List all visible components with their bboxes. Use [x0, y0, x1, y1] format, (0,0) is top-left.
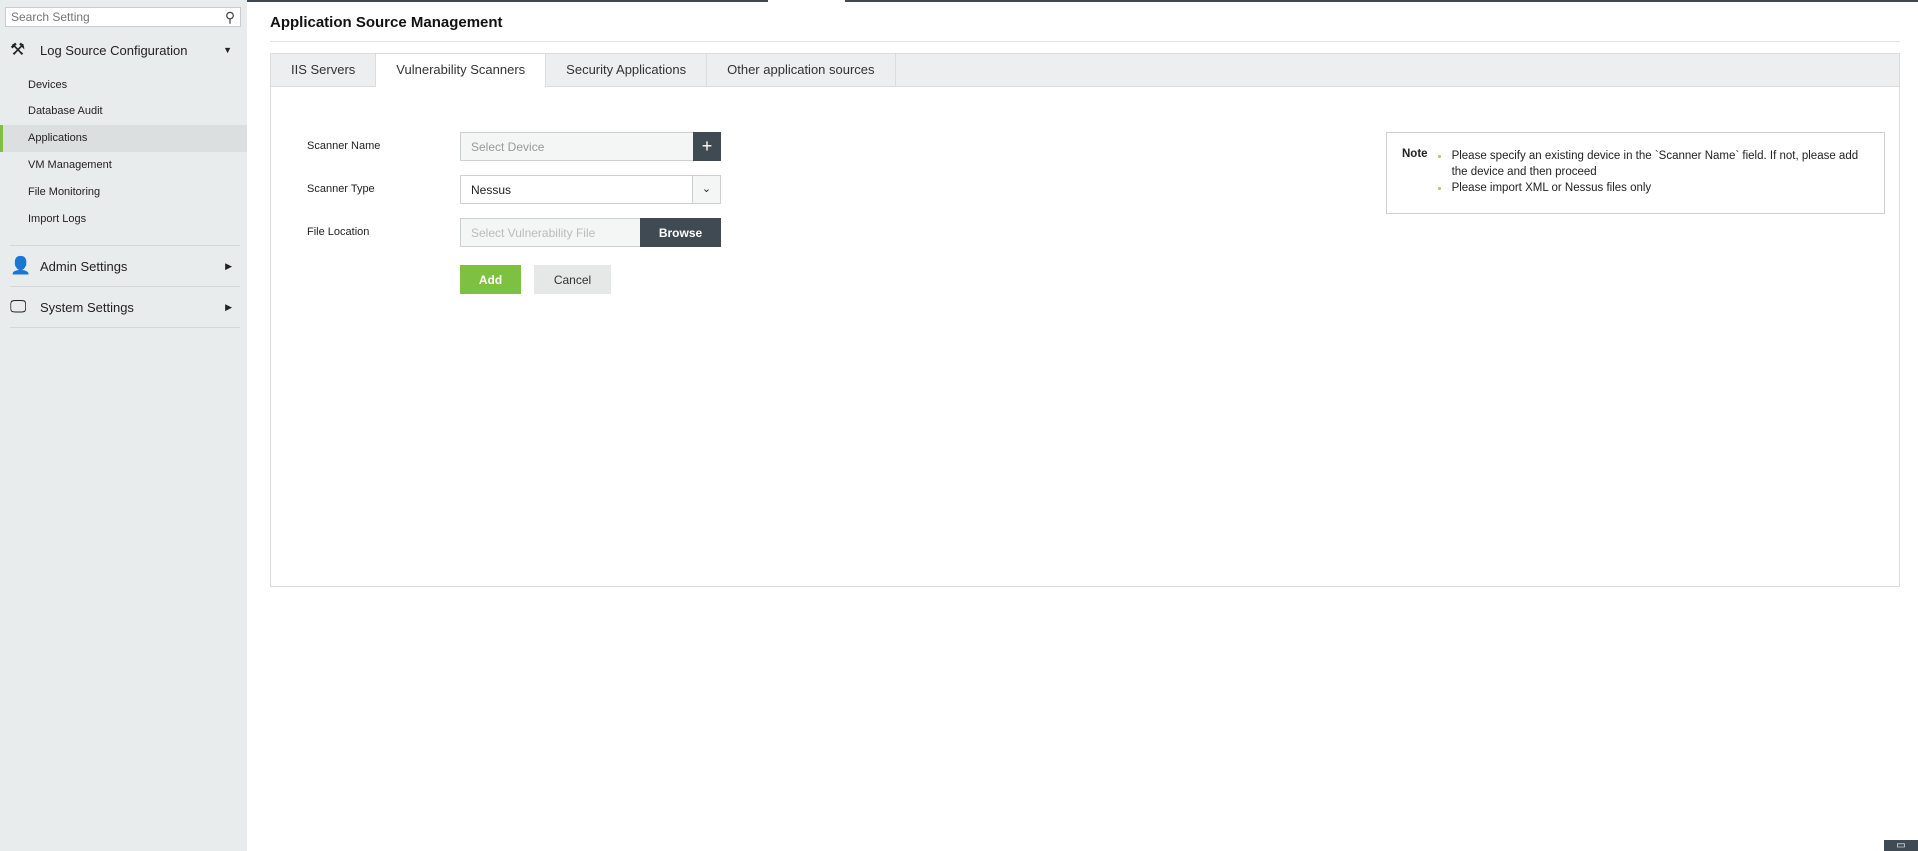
search-input[interactable]: [6, 10, 220, 24]
group-label: Admin Settings: [40, 258, 128, 274]
sidebar-item-import-logs[interactable]: Import Logs: [0, 206, 247, 233]
file-location-placeholder[interactable]: Select Vulnerability File: [461, 226, 640, 240]
file-location-field[interactable]: Select Vulnerability File Browse: [460, 218, 721, 247]
sidebar-group-system-settings[interactable]: 🖵 System Settings ▶: [10, 295, 240, 319]
system-settings-icon: 🖵: [10, 297, 27, 316]
group-label: System Settings: [40, 299, 134, 315]
tab-vulnerability-scanners[interactable]: Vulnerability Scanners: [376, 54, 547, 87]
divider: [10, 245, 240, 246]
group-label: Log Source Configuration: [40, 42, 188, 58]
sidebar-item-database-audit[interactable]: Database Audit: [0, 98, 247, 125]
tools-icon: ⚒: [10, 40, 26, 59]
chevron-down-icon[interactable]: ⌄: [692, 176, 720, 203]
add-button[interactable]: Add: [460, 265, 521, 294]
search-setting[interactable]: ⚲: [5, 7, 241, 27]
caret-down-icon: ▼: [223, 45, 232, 55]
caret-right-icon: ▶: [225, 301, 232, 312]
scanner-type-value: Nessus: [471, 182, 512, 197]
scanner-name-placeholder[interactable]: Select Device: [461, 140, 693, 154]
search-icon[interactable]: ⚲: [220, 9, 240, 26]
note-item: Please import XML or Nessus files only: [1437, 180, 1869, 196]
plus-icon: +: [701, 136, 713, 156]
sidebar: ⚲ ⚒ Log Source Configuration ▼ Devices D…: [0, 0, 247, 851]
add-device-button[interactable]: +: [693, 132, 721, 161]
sidebar-group-log-source[interactable]: ⚒ Log Source Configuration ▼: [10, 38, 240, 62]
scanner-type-select[interactable]: Nessus ⌄: [460, 175, 721, 204]
note-title: Note: [1402, 148, 1428, 160]
chat-icon[interactable]: ▭: [1884, 840, 1918, 851]
divider: [10, 286, 240, 287]
sidebar-item-devices[interactable]: Devices: [0, 72, 247, 99]
divider: [270, 41, 1900, 42]
caret-right-icon: ▶: [225, 260, 232, 271]
sidebar-group-admin-settings[interactable]: 👤 Admin Settings ▶: [10, 254, 240, 278]
tab-security-applications[interactable]: Security Applications: [546, 54, 708, 86]
tab-bar: IIS Servers Vulnerability Scanners Secur…: [271, 54, 1899, 87]
admin-settings-icon: 👤: [10, 256, 32, 275]
file-location-label: File Location: [307, 226, 370, 238]
top-bar: [845, 0, 1918, 2]
sidebar-item-applications[interactable]: Applications: [0, 125, 247, 152]
scanner-type-label: Scanner Type: [307, 183, 375, 195]
scanner-name-field[interactable]: Select Device +: [460, 132, 721, 161]
tab-other-application-sources[interactable]: Other application sources: [707, 54, 896, 86]
sidebar-item-vm-management[interactable]: VM Management: [0, 152, 247, 179]
divider: [10, 327, 240, 328]
cancel-button[interactable]: Cancel: [534, 265, 611, 294]
note-item: Please specify an existing device in the…: [1437, 148, 1869, 180]
note-box: Note Please specify an existing device i…: [1386, 132, 1885, 214]
tab-iis-servers[interactable]: IIS Servers: [271, 54, 377, 86]
scanner-name-label: Scanner Name: [307, 140, 381, 152]
page-title: Application Source Management: [270, 14, 503, 31]
sidebar-item-file-monitoring[interactable]: File Monitoring: [0, 179, 247, 206]
browse-button[interactable]: Browse: [640, 218, 721, 247]
tab-panel: IIS Servers Vulnerability Scanners Secur…: [270, 53, 1900, 587]
